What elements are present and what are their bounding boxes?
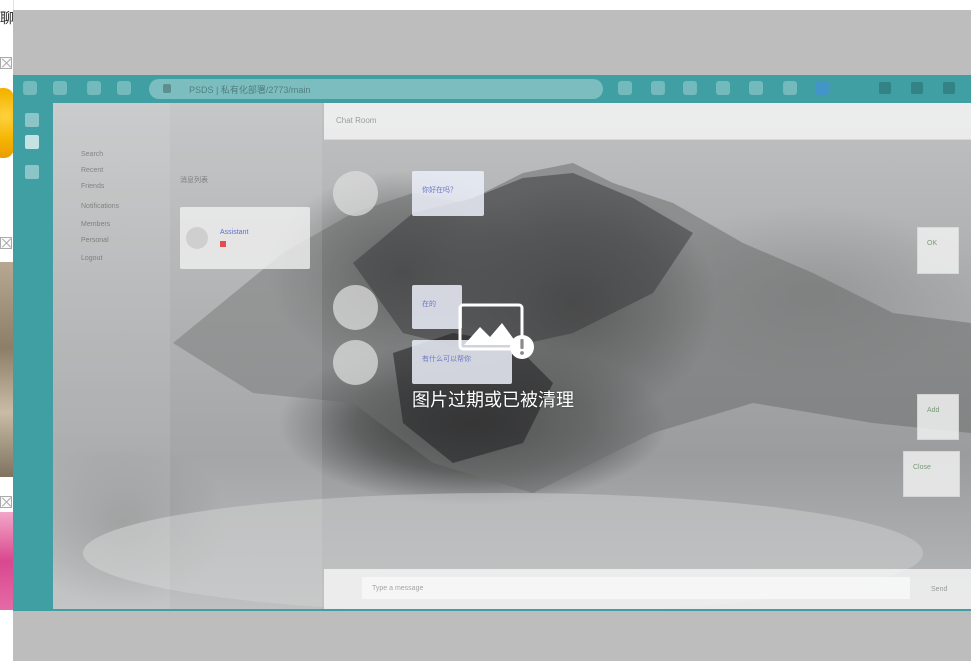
sidebar-item: Friends — [81, 183, 105, 190]
settings-icon — [749, 81, 763, 95]
close-icon — [943, 82, 955, 94]
files-icon — [25, 113, 39, 127]
broken-image-icon — [0, 496, 12, 508]
app-sidebar: Search Recent Friends Notifications Memb… — [53, 103, 170, 609]
app-icon — [23, 81, 37, 95]
message-input: Type a message — [362, 577, 910, 599]
list-title: 消息列表 — [180, 177, 208, 184]
left-partial-strip: 聊 — [0, 0, 14, 661]
message-bubble: 你好在吗？ — [412, 171, 484, 216]
sidebar-item: Notifications — [81, 203, 120, 210]
refresh-icon — [87, 81, 101, 95]
add-icon — [25, 165, 39, 179]
action-button: Add — [917, 394, 959, 440]
action-button-label: Close — [913, 464, 931, 471]
emoji-thumbnail — [0, 88, 13, 158]
sidebar-item: Personal — [81, 237, 109, 244]
conversation-card: Assistant — [180, 207, 310, 269]
unread-badge — [220, 241, 226, 247]
message-text: 在的 — [422, 301, 436, 308]
maximize-icon — [911, 82, 923, 94]
avatar — [333, 285, 378, 330]
chat-title: Chat Room — [336, 116, 377, 125]
address-bar: PSDS | 私有化部署/2773/main — [149, 79, 603, 99]
avatar — [333, 340, 378, 385]
avatar-thumbnail — [0, 512, 13, 610]
photo-thumbnail — [0, 262, 13, 477]
lock-icon — [163, 84, 171, 93]
address-text: PSDS | 私有化部署/2773/main — [189, 85, 311, 95]
extension-icon — [651, 81, 665, 95]
conversation-name: Assistant — [220, 229, 249, 236]
activity-bar — [13, 103, 53, 611]
chat-icon — [25, 135, 39, 149]
sidebar-item: Members — [81, 221, 111, 228]
message-input-bar: Type a message Send — [324, 569, 971, 609]
send-button: Send — [931, 586, 948, 593]
broken-image-icon — [0, 237, 12, 249]
avatar — [186, 227, 208, 249]
sidebar-item: Search — [81, 151, 104, 158]
action-button: Close — [903, 451, 960, 497]
sidebar-item: Logout — [81, 255, 103, 262]
browser-titlebar: PSDS | 私有化部署/2773/main — [13, 75, 971, 103]
sidebar-item: Recent — [81, 167, 104, 174]
download-icon — [716, 81, 730, 95]
action-button-label: OK — [927, 240, 938, 247]
image-preview-stage: PSDS | 私有化部署/2773/main Search Recent Fri… — [13, 10, 971, 661]
minimize-icon — [879, 82, 891, 94]
message-bubble: 在的 — [412, 285, 462, 329]
avatar — [333, 171, 378, 216]
chat-header: Chat Room — [324, 103, 971, 140]
message-text: 你好在吗？ — [422, 187, 457, 194]
extension-icon — [683, 81, 697, 95]
menu-icon — [783, 81, 797, 95]
partial-chat-label: 聊 — [0, 11, 14, 27]
profile-icon — [815, 81, 829, 95]
expired-image-message: 图片过期或已被清理 — [412, 390, 574, 411]
extension-icon — [618, 81, 632, 95]
action-button-label: Add — [927, 407, 940, 414]
back-icon — [53, 81, 67, 95]
expired-image-icon — [458, 303, 534, 359]
broken-image-icon — [0, 57, 12, 69]
home-icon — [117, 81, 131, 95]
action-button: OK — [917, 227, 959, 274]
input-placeholder: Type a message — [372, 585, 424, 592]
conversation-list: 消息列表 Assistant — [170, 103, 322, 609]
